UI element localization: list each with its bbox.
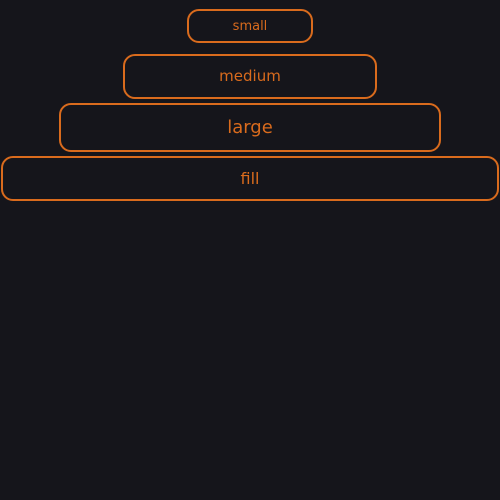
small-button[interactable]: small bbox=[187, 9, 313, 43]
fill-button[interactable]: fill bbox=[1, 156, 499, 201]
medium-button[interactable]: medium bbox=[123, 54, 377, 99]
large-button[interactable]: large bbox=[59, 103, 441, 152]
